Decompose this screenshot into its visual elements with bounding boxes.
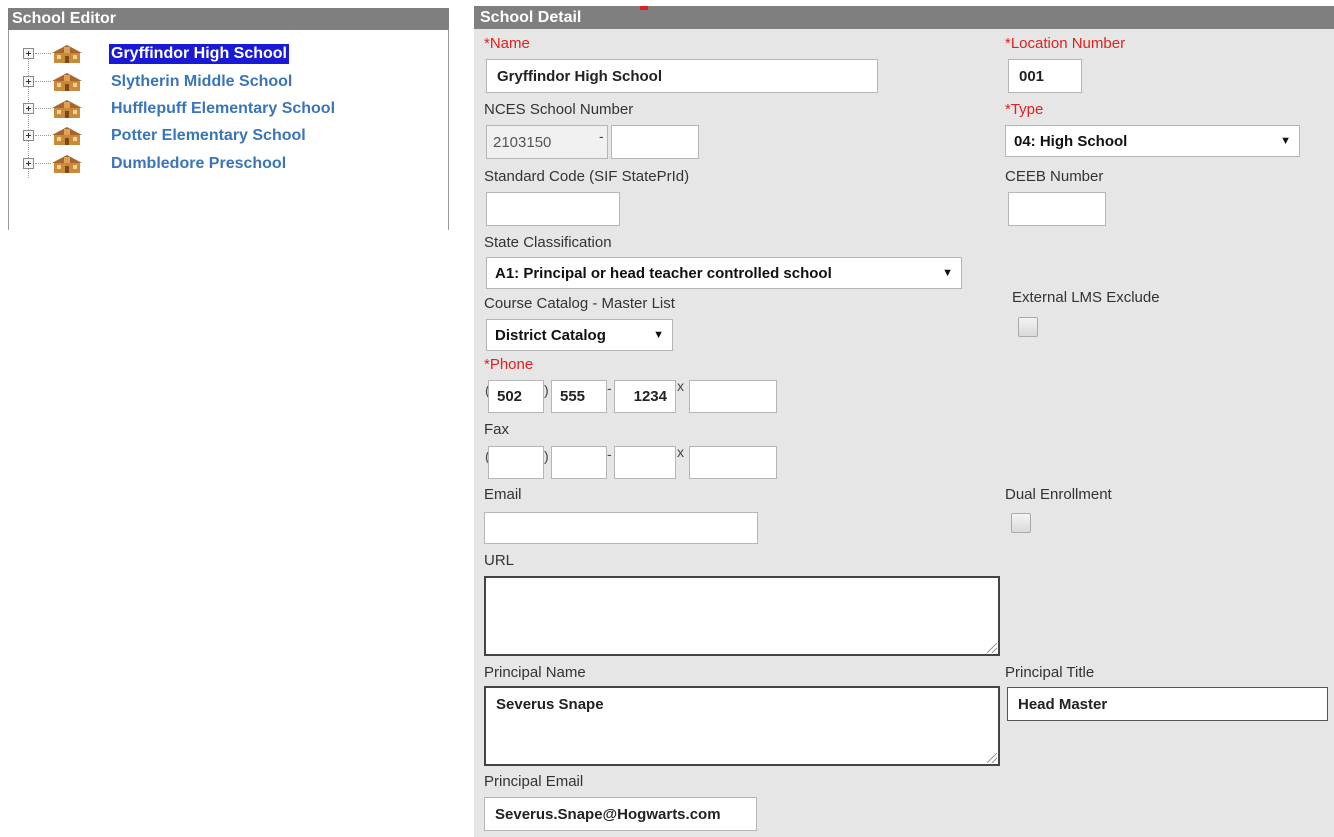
school-building-icon xyxy=(52,127,82,145)
expand-icon[interactable] xyxy=(23,48,34,59)
phone-close-paren: ) xyxy=(544,382,549,398)
course-catalog-value: District Catalog xyxy=(495,326,606,344)
tree-item-label: Potter Elementary School xyxy=(111,127,306,144)
type-select-value: 04: High School xyxy=(1014,132,1128,150)
school-detail-panel: School Detail *Name Gryffindor High Scho… xyxy=(474,6,1334,837)
fax-dash: - xyxy=(607,446,612,462)
school-editor-header: School Editor xyxy=(8,8,449,30)
dropdown-arrow-icon: ▼ xyxy=(653,329,664,341)
external-lms-checkbox[interactable] xyxy=(1018,317,1038,337)
expand-icon[interactable] xyxy=(23,76,34,87)
course-catalog-select[interactable]: District Catalog ▼ xyxy=(486,319,673,351)
school-tree: Gryffindor High School Slytherin Middle … xyxy=(8,30,449,230)
fax-label: Fax xyxy=(484,421,510,438)
state-classification-label: State Classification xyxy=(484,234,612,251)
fax-area-input[interactable] xyxy=(488,446,544,479)
ceeb-input[interactable] xyxy=(1008,192,1106,226)
principal-name-textarea[interactable]: Severus Snape xyxy=(484,686,1000,766)
fax-close-paren: ) xyxy=(544,448,549,464)
type-label: *Type xyxy=(1005,101,1044,118)
nces-separator: - xyxy=(599,128,604,144)
tree-dots xyxy=(35,81,51,82)
nces-label: NCES School Number xyxy=(484,101,634,118)
phone-area-input[interactable]: 502 xyxy=(488,380,544,413)
phone-prefix-input[interactable]: 555 xyxy=(551,380,607,413)
principal-name-value: Severus Snape xyxy=(496,696,604,713)
email-label: Email xyxy=(484,486,522,503)
dual-enrollment-label: Dual Enrollment xyxy=(1005,486,1112,503)
tree-dots xyxy=(35,163,51,164)
phone-ext-input[interactable] xyxy=(689,380,777,413)
state-classification-value: A1: Principal or head teacher controlled… xyxy=(495,264,832,282)
type-select[interactable]: 04: High School ▼ xyxy=(1005,125,1300,157)
name-label: *Name xyxy=(484,35,530,52)
external-lms-label: External LMS Exclude xyxy=(1012,289,1160,306)
tree-item-hufflepuff[interactable]: Hufflepuff Elementary School xyxy=(21,97,441,121)
ceeb-label: CEEB Number xyxy=(1005,168,1104,185)
standard-code-label: Standard Code (SIF StatePrId) xyxy=(484,168,690,185)
dropdown-arrow-icon: ▼ xyxy=(942,267,953,279)
tree-item-label: Hufflepuff Elementary School xyxy=(111,100,336,117)
location-number-label: *Location Number xyxy=(1005,35,1126,52)
tree-item-dumbledore[interactable]: Dumbledore Preschool xyxy=(21,152,441,176)
principal-title-input[interactable]: Head Master xyxy=(1007,687,1328,721)
dual-enrollment-checkbox[interactable] xyxy=(1011,513,1031,533)
dropdown-arrow-icon: ▼ xyxy=(1280,135,1291,147)
principal-title-label: Principal Title xyxy=(1005,664,1095,681)
tree-dots xyxy=(35,108,51,109)
tree-item-label: Slytherin Middle School xyxy=(111,73,293,90)
tree-dots xyxy=(35,135,51,136)
url-textarea[interactable] xyxy=(484,576,1000,656)
principal-email-input[interactable]: Severus.Snape@Hogwarts.com xyxy=(484,797,757,831)
location-number-input[interactable]: 001 xyxy=(1008,59,1082,93)
phone-label: *Phone xyxy=(484,356,534,373)
school-detail-header: School Detail xyxy=(474,6,1334,29)
principal-email-label: Principal Email xyxy=(484,773,584,790)
state-classification-select[interactable]: A1: Principal or head teacher controlled… xyxy=(486,257,962,289)
school-building-icon xyxy=(52,73,82,91)
resize-grip-icon[interactable] xyxy=(987,643,997,653)
tree-item-label: Dumbledore Preschool xyxy=(111,155,287,172)
phone-dash: - xyxy=(607,380,612,396)
fax-ext-input[interactable] xyxy=(689,446,777,479)
fax-line-input[interactable] xyxy=(614,446,676,479)
url-label: URL xyxy=(484,552,515,569)
tree-item-potter[interactable]: Potter Elementary School xyxy=(21,124,441,148)
school-building-icon xyxy=(52,100,82,118)
school-editor-panel: School Editor Gryffindor High School Sly… xyxy=(8,8,449,230)
required-marker-tab xyxy=(640,6,648,10)
phone-line-input[interactable]: 1234 xyxy=(614,380,676,413)
principal-name-label: Principal Name xyxy=(484,664,586,681)
resize-grip-icon[interactable] xyxy=(987,753,997,763)
school-building-icon xyxy=(52,155,82,173)
nces-input-1[interactable]: 2103150 xyxy=(486,125,608,159)
school-building-icon xyxy=(52,45,82,63)
tree-item-gryffindor[interactable]: Gryffindor High School xyxy=(21,42,441,66)
email-input[interactable] xyxy=(484,512,758,544)
expand-icon[interactable] xyxy=(23,103,34,114)
tree-item-slytherin[interactable]: Slytherin Middle School xyxy=(21,70,441,94)
tree-dots xyxy=(35,53,51,54)
expand-icon[interactable] xyxy=(23,130,34,141)
nces-input-2[interactable] xyxy=(611,125,699,159)
name-input[interactable]: Gryffindor High School xyxy=(486,59,878,93)
expand-icon[interactable] xyxy=(23,158,34,169)
phone-ext-mark: x xyxy=(677,378,684,394)
fax-ext-mark: x xyxy=(677,444,684,460)
tree-item-label: Gryffindor High School xyxy=(109,44,289,64)
course-catalog-label: Course Catalog - Master List xyxy=(484,295,675,312)
fax-prefix-input[interactable] xyxy=(551,446,607,479)
standard-code-input[interactable] xyxy=(486,192,620,226)
